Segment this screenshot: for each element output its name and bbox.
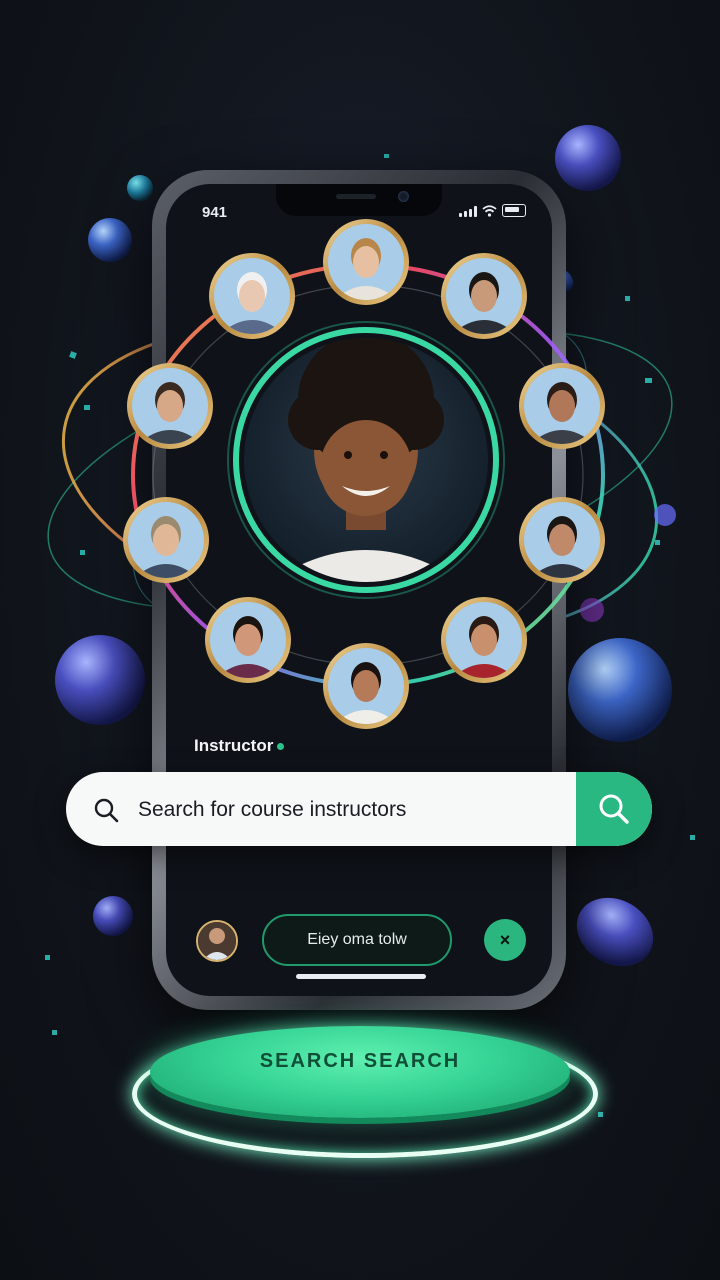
instructor-avatar[interactable] [123, 497, 209, 583]
instructor-avatar[interactable] [127, 363, 213, 449]
instructor-avatar[interactable] [323, 643, 409, 729]
featured-instructor-avatar[interactable] [227, 321, 505, 600]
search-icon [94, 798, 119, 823]
instructor-avatar[interactable] [209, 253, 295, 339]
instructor-avatar[interactable] [441, 253, 527, 339]
search-icon [599, 794, 629, 824]
search-pedestal-button[interactable]: SEARCH SEARCH [150, 1026, 570, 1118]
instructor-avatar[interactable] [441, 597, 527, 683]
instructor-avatar[interactable] [519, 363, 605, 449]
instructor-avatar[interactable] [519, 497, 605, 583]
instructor-avatar[interactable] [323, 219, 409, 305]
search-submit-button[interactable] [576, 772, 652, 846]
search-bar [66, 772, 652, 846]
instructor-avatar[interactable] [205, 597, 291, 683]
search-input[interactable] [136, 772, 540, 846]
pedestal-label: SEARCH SEARCH [259, 1050, 461, 1072]
